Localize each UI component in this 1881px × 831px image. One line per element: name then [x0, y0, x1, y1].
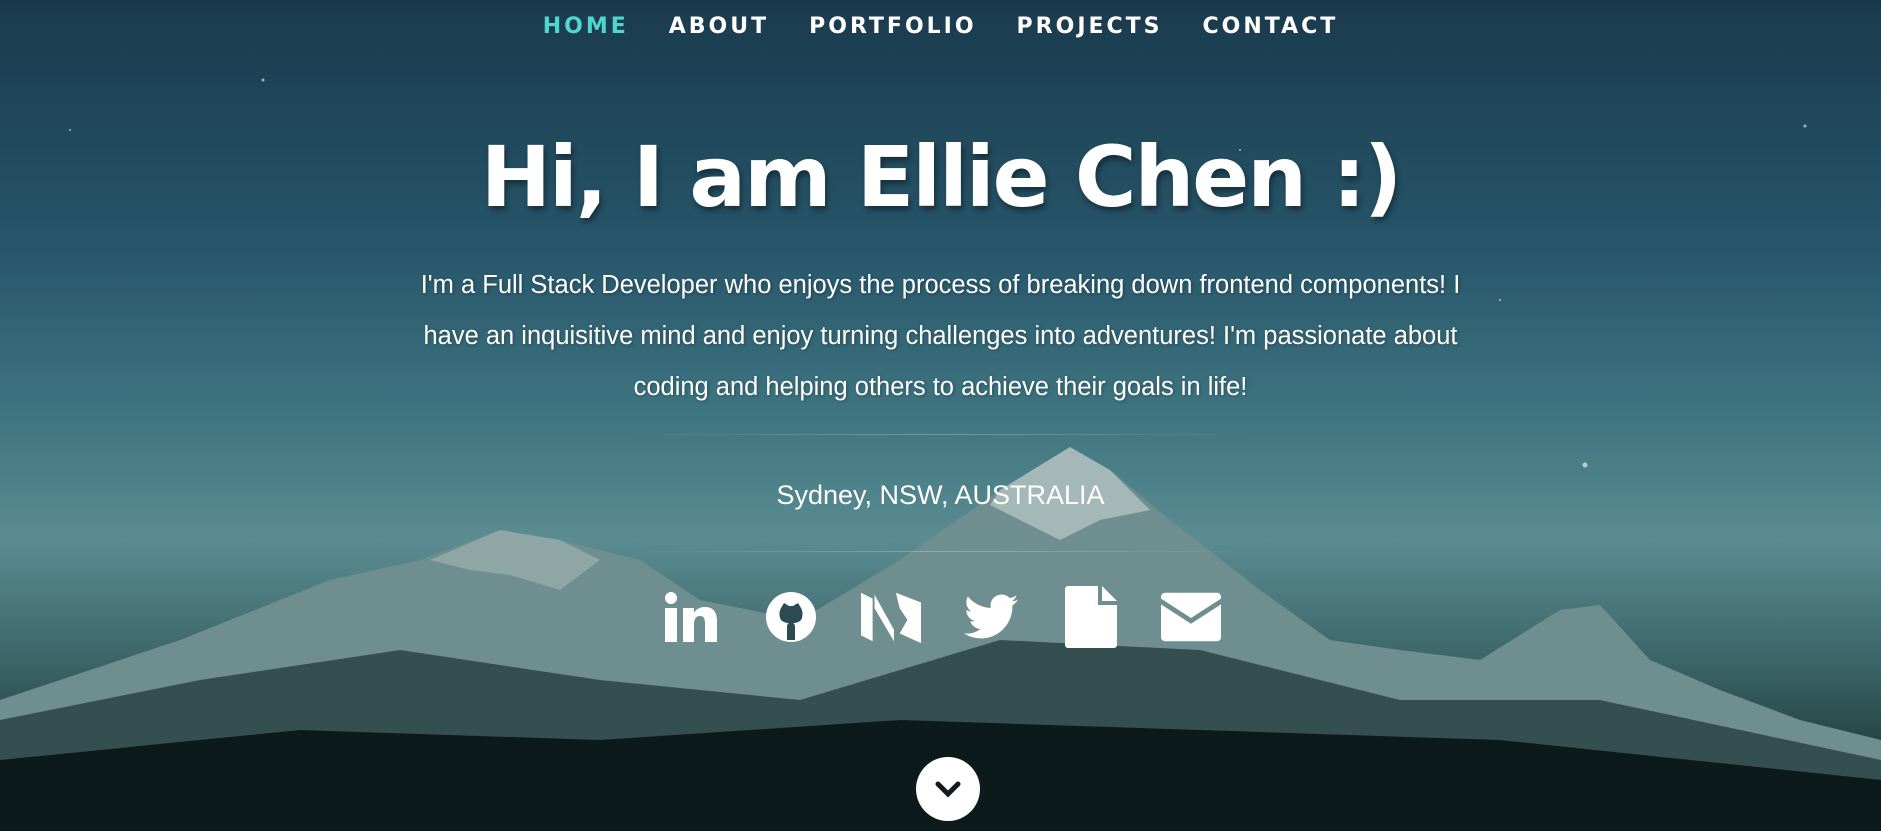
- chevron-down-icon: [935, 781, 961, 798]
- main-nav: HOME ABOUT PORTFOLIO PROJECTS CONTACT: [0, 14, 1881, 39]
- hero-bio: I'm a Full Stack Developer who enjoys th…: [420, 271, 1461, 401]
- linkedin-icon[interactable]: [661, 586, 721, 648]
- divider: [620, 434, 1260, 435]
- nav-about[interactable]: ABOUT: [669, 14, 769, 39]
- medium-icon[interactable]: [860, 586, 921, 648]
- scroll-down-button[interactable]: [916, 757, 980, 821]
- divider: [620, 551, 1260, 552]
- twitter-icon[interactable]: [961, 586, 1021, 648]
- hero-title: Hi, I am Ellie Chen :): [480, 128, 1403, 226]
- mountain-background: [0, 78, 1881, 831]
- location: Sydney, NSW, AUSTRALIA: [776, 480, 1105, 510]
- social-links: [0, 586, 1881, 648]
- nav-portfolio[interactable]: PORTFOLIO: [809, 14, 976, 39]
- email-icon[interactable]: [1160, 586, 1221, 648]
- nav-projects[interactable]: PROJECTS: [1017, 14, 1163, 39]
- resume-file-icon[interactable]: [1061, 586, 1121, 648]
- nav-contact[interactable]: CONTACT: [1203, 14, 1339, 39]
- nav-home[interactable]: HOME: [543, 14, 629, 39]
- github-icon[interactable]: [761, 586, 821, 648]
